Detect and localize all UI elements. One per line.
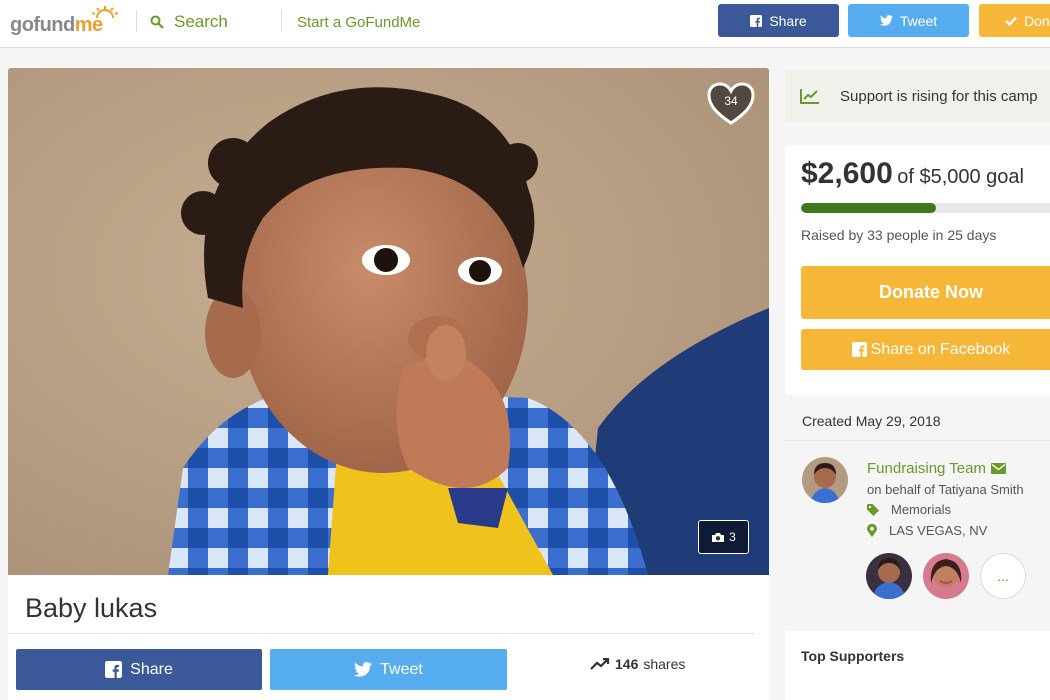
shares-label: shares (643, 656, 686, 672)
team-member-avatar-image (923, 553, 969, 599)
fundraising-team-link[interactable]: Fundraising Team (867, 460, 1006, 477)
trending-icon (590, 658, 610, 670)
goal-text: of $5,000 goal (897, 166, 1024, 188)
donate-now-button[interactable]: Donate Now (801, 266, 1050, 319)
share-label: Share (130, 660, 173, 678)
organizer-avatar[interactable] (802, 457, 848, 503)
more-team-members-button[interactable]: ... (980, 553, 1026, 599)
facebook-icon (851, 342, 867, 357)
shares-count: 146 shares (590, 656, 685, 672)
team-member-avatar-image (866, 553, 912, 599)
location-row: LAS VEGAS, NV (867, 523, 987, 538)
search-link[interactable]: Search (150, 12, 228, 32)
search-label: Search (174, 12, 228, 31)
title-divider (8, 633, 754, 634)
organizer-avatar-image (802, 457, 848, 503)
photo-gallery-button[interactable]: 3 (698, 520, 749, 554)
header-share-button[interactable]: Share (718, 4, 839, 37)
header-donate-button[interactable]: Don (979, 4, 1050, 37)
progress-fill (801, 203, 937, 213)
start-gofundme-link[interactable]: Start a GoFundMe (297, 14, 420, 31)
check-icon (1005, 16, 1017, 26)
photo-count: 3 (729, 530, 736, 544)
facebook-icon (105, 661, 123, 678)
logo-wordmark: gofundme (10, 14, 103, 36)
header-donate-label: Don (1024, 12, 1050, 29)
top-supporters-card: Top Supporters (785, 631, 1050, 700)
team-member-avatar[interactable] (923, 553, 969, 599)
header-tweet-label: Tweet (899, 12, 938, 29)
shares-number: 146 (615, 656, 639, 672)
nav-divider (281, 10, 282, 32)
campaign-photo[interactable]: 34 3 (8, 68, 769, 575)
location-label: LAS VEGAS, NV (889, 523, 988, 538)
search-icon (150, 15, 164, 29)
share-on-facebook-button[interactable]: Share on Facebook (801, 329, 1050, 370)
progress-bar (801, 203, 1050, 213)
tweet-label: Tweet (380, 660, 423, 678)
share-button[interactable]: Share (16, 649, 262, 690)
share-on-facebook-label: Share on Facebook (870, 340, 1011, 358)
nav-divider (136, 10, 137, 32)
baby-photo-illustration (8, 68, 769, 575)
created-divider (785, 440, 1050, 441)
raised-summary: $2,600 of $5,000 goal (801, 157, 1024, 191)
gofundme-logo[interactable]: gofundme (10, 6, 120, 38)
created-date: Created May 29, 2018 (802, 413, 941, 429)
category-label[interactable]: Memorials (891, 502, 951, 517)
heart-count: 34 (724, 94, 738, 108)
campaign-card: 34 3 Baby lukas Share Tweet 146 shares (8, 68, 769, 700)
twitter-icon (354, 662, 373, 677)
facebook-icon (750, 14, 763, 27)
tweet-button[interactable]: Tweet (270, 649, 507, 690)
top-supporters-title: Top Supporters (801, 648, 905, 664)
tag-icon (867, 503, 879, 516)
chart-icon (800, 89, 819, 104)
campaign-title: Baby lukas (25, 593, 158, 623)
rising-text: Support is rising for this camp (840, 87, 1038, 105)
raised-amount: $2,600 (801, 157, 893, 190)
twitter-icon (879, 15, 893, 26)
on-behalf-of: on behalf of Tatiyana Smith (867, 482, 1024, 497)
location-pin-icon (867, 524, 877, 537)
envelope-icon (990, 463, 1006, 474)
category-row: Memorials (867, 502, 951, 517)
header-tweet-button[interactable]: Tweet (848, 4, 969, 37)
donation-card: $2,600 of $5,000 goal Raised by 33 peopl… (785, 145, 1050, 395)
team-member-avatar[interactable] (866, 553, 912, 599)
header-share-label: Share (769, 12, 807, 29)
rising-banner: Support is rising for this camp (785, 70, 1050, 122)
camera-icon (712, 532, 725, 542)
heart-button[interactable]: 34 (706, 81, 756, 127)
raised-by-text: Raised by 33 people in 25 days (801, 227, 997, 243)
top-navbar: gofundme Search Start a GoFundMe Share T… (0, 0, 1050, 48)
fundraising-team-label: Fundraising Team (867, 460, 986, 477)
